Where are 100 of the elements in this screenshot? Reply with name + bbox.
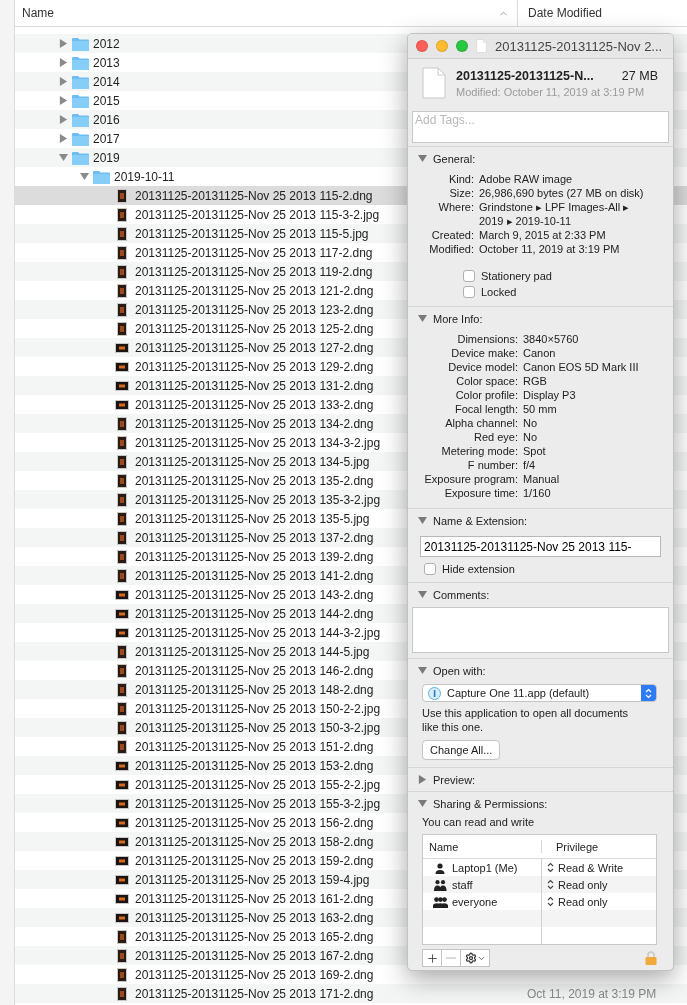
section-header[interactable]: Preview: [433,773,476,786]
name-field[interactable]: 20131125-20131125-Nov 25 2013 115- [420,536,661,557]
file-name: 20131125-20131125-Nov 25 2013 169-2.dng [135,967,374,982]
file-name: 20131125-20131125-Nov 25 2013 165-2.dng [135,929,374,944]
info-value: March 9, 2015 at 2:33 PM [479,228,607,242]
photo-thumbnail-icon [115,342,129,353]
window-control-icon[interactable] [416,40,428,52]
info-label: F number: [466,458,518,472]
photo-thumbnail-icon [117,967,127,982]
photo-thumbnail-icon [117,986,127,1001]
stepper-icon[interactable] [547,896,554,907]
disclosure-triangle-icon[interactable] [58,96,68,105]
file-name: 2017 [93,131,120,146]
folder-icon [71,150,89,165]
photo-thumbnail-icon [115,874,129,885]
file-name: 20131125-20131125-Nov 25 2013 171-2.dng [135,986,374,1001]
disclosure-triangle-icon[interactable] [79,172,89,181]
document-icon [476,39,487,53]
app-popup[interactable]: Capture One 11.app (default) [422,684,657,702]
checkbox-option[interactable]: Locked [463,286,673,298]
file-name: 20131125-20131125-Nov 25 2013 150-3-2.jpg [135,720,381,735]
stepper-icon[interactable] [547,862,554,873]
file-name: 20131125-20131125-Nov 25 2013 151-2.dng [135,739,374,754]
disclosure-triangle-icon[interactable] [58,134,68,143]
file-name: 20131125-20131125-Nov 25 2013 150-2-2.jpg [135,701,381,716]
info-value: Adobe RAW image [479,172,574,186]
folder-icon [71,112,89,127]
info-label: Red eye: [472,430,518,444]
file-name: 20131125-20131125-Nov 25 2013 153-2.dng [135,758,374,773]
file-name: 20131125-20131125-Nov 25 2013 144-3-2.jpg [135,625,381,640]
photo-thumbnail-icon [117,416,127,431]
column-header[interactable]: Privilege [541,840,656,853]
disclosure-triangle-icon[interactable] [58,153,68,162]
section-header[interactable]: Open with: [433,664,486,677]
photo-thumbnail-icon [115,836,129,847]
disclosure-triangle-icon[interactable] [58,115,68,124]
plus-icon [425,951,439,965]
file-name: 20131125-20131125-Nov 25 2013 121-2.dng [135,283,374,298]
gear-icon [464,952,477,964]
photo-thumbnail-icon [117,644,127,659]
file-name: 20131125-20131125-Nov 25 2013 115-3-2.jpg [135,207,380,222]
section-header[interactable]: Comments: [433,588,490,601]
disclosure-triangle-icon[interactable] [58,77,68,86]
info-label: Created: [430,228,474,242]
disclosure-triangle-icon[interactable] [418,314,427,323]
group-icon [433,878,448,891]
disclosure-triangle-icon[interactable] [418,516,427,525]
photo-thumbnail-icon [117,207,127,222]
info-value: No [523,430,539,444]
privilege-value[interactable]: Read only [558,878,608,891]
disclosure-triangle-icon[interactable] [418,590,427,599]
file-name: 2016 [93,112,120,127]
disclosure-triangle-icon[interactable] [418,775,427,784]
disclosure-triangle-icon[interactable] [58,39,68,48]
file-name: 20131125-20131125-Nov 25 2013 135-2.dng [135,473,374,488]
user-name: staff [452,878,473,891]
disclosure-triangle-icon[interactable] [418,154,427,163]
disclosure-triangle-icon[interactable] [58,58,68,67]
info-value: Manual [523,472,561,486]
window-control-icon[interactable] [456,40,468,52]
checkbox-option[interactable]: Hide extension [424,563,673,575]
file-name: 20131125-20131125-Nov 25 2013 159-2.dng [135,853,374,868]
permission-summary: You can read and write [422,815,536,829]
checkbox[interactable] [463,286,475,298]
file-name: 20131125-20131125-Nov 25 2013 161-2.dng [135,891,374,906]
info-value: 26,986,690 bytes (27 MB on disk) [479,186,645,200]
section-header[interactable]: Name & Extension: [433,514,528,527]
section-header[interactable]: General: [433,152,476,165]
file-name: 20131125-20131125-Nov 25 2013 134-5.jpg [135,454,370,469]
disclosure-triangle-icon[interactable] [418,666,427,675]
info-value: October 11, 2019 at 3:19 PM [479,242,621,256]
column-header[interactable]: Date Modified [528,6,603,20]
minus-icon [446,957,456,959]
file-name: 20131125-20131125-Nov 25 2013 144-2.dng [135,606,374,621]
comments-field[interactable] [412,607,669,653]
checkbox-option[interactable]: Stationery pad [463,270,673,282]
photo-thumbnail-icon [117,663,127,678]
photo-thumbnail-icon [117,682,127,697]
privilege-value[interactable]: Read only [558,895,608,908]
file-row[interactable]: 20131125-20131125-Nov 25 2013 171-2.dng Oct 11, 2019 at 3:19 PM [15,984,687,1003]
column-header[interactable]: Name [22,6,54,20]
folder-icon [92,169,110,184]
info-value: f/4 [523,458,537,472]
checkbox[interactable] [424,563,436,575]
file-name: 20131125-20131125-Nov 25 2013 133-2.dng [135,397,374,412]
gear-menu-button[interactable] [460,949,490,967]
info-label: Alpha channel: [444,416,518,430]
group-icon [433,895,448,908]
tags-field[interactable]: Add Tags... [412,111,669,143]
file-name: 2014 [93,74,120,89]
file-name: 2013 [93,55,120,70]
add-button[interactable] [422,949,442,967]
photo-thumbnail-icon [117,245,127,260]
file-name: 20131125-20131125-Nov 25 2013 129-2.dng [135,359,374,374]
checkbox[interactable] [463,270,475,282]
change-all-button[interactable]: Change All... [422,740,501,760]
disclosure-triangle-icon[interactable] [418,799,427,808]
photo-thumbnail-icon [117,739,127,754]
section-header[interactable]: Sharing & Permissions: [433,797,548,810]
stepper-icon[interactable] [547,879,554,890]
